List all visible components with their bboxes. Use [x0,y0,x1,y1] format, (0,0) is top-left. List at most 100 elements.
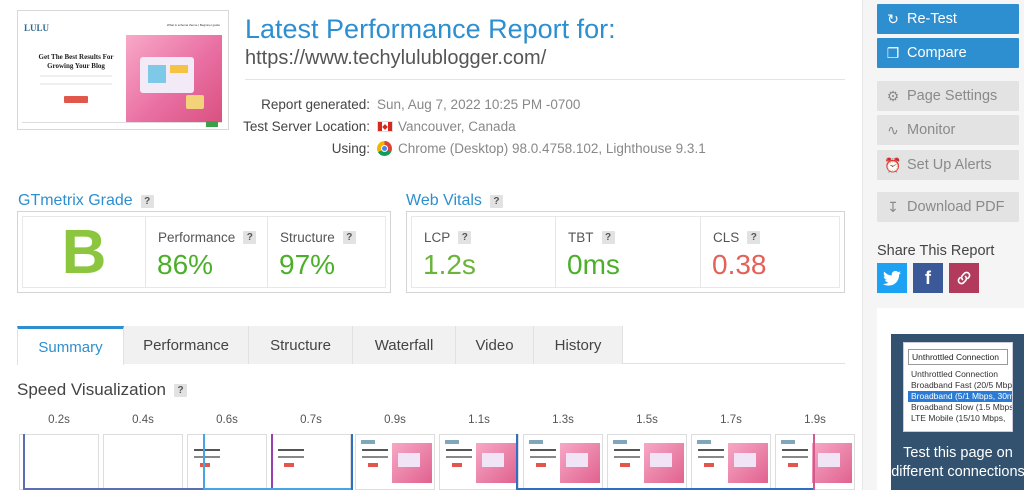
help-icon[interactable]: ? [174,383,188,397]
frame-time: 1.3s [552,414,574,426]
canada-flag-icon [377,121,393,132]
tbt-value: 0ms [567,249,620,280]
frame-time: 0.9s [384,414,406,426]
filmstrip-frame[interactable] [439,434,519,490]
grade-letter-cell: B [23,217,146,287]
monitor-button[interactable]: ∿ Monitor [877,115,1019,145]
divider [245,79,845,80]
thumb-cta [64,96,88,103]
filmstrip-frame-blank[interactable] [103,434,183,490]
gtmetrix-grade-title: GTmetrix Grade ? [18,192,154,210]
filmstrip-frame[interactable] [775,434,855,490]
tbt-cell: TBT? 0ms [556,217,701,287]
connection-option: LTE Mobile (15/10 Mbps, [911,413,1006,423]
tab-structure[interactable]: Structure [249,326,353,364]
facebook-share-icon[interactable]: f [913,263,943,293]
thumb-headline: Get The Best Results For Growing Your Bl… [38,53,114,70]
compare-button[interactable]: ❐ Compare [877,38,1019,68]
share-title: Share This Report [877,243,995,259]
chrome-icon [377,141,392,156]
meta-server-label: Test Server Location: [243,119,370,134]
refresh-icon: ↻ [887,10,899,27]
connection-option: Broadband Slow (1.5 Mbps [911,402,1012,412]
structure-value: 97% [279,249,336,280]
performance-cell: Performance? 86% [146,217,268,287]
compare-icon: ❐ [886,44,900,61]
tab-video[interactable]: Video [456,326,534,364]
link-share-icon[interactable] [949,263,979,293]
milestone-marker [23,434,25,490]
help-icon[interactable]: ? [747,231,761,244]
page-settings-button[interactable]: ⚙ Page Settings [877,81,1019,111]
milestone-marker [813,434,815,490]
help-icon[interactable]: ? [342,231,356,244]
frame-time: 1.7s [720,414,742,426]
help-icon[interactable]: ? [489,194,503,208]
lcp-value: 1.2s [423,249,476,280]
cls-label: CLS [713,230,740,245]
meta-server-value: Vancouver, Canada [377,119,516,134]
twitter-share-icon[interactable] [877,263,907,293]
set-up-alerts-button[interactable]: ⏰ Set Up Alerts [877,150,1019,180]
meta-server: Test Server Location: Vancouver, Canada [200,119,760,137]
milestone-marker [351,434,353,490]
performance-value: 86% [157,249,214,280]
meta-using: Using: Chrome (Desktop) 98.0.4758.102, L… [200,141,760,159]
meta-generated-label: Report generated: [261,97,370,112]
structure-label: Structure [280,230,335,245]
meta-using-value: Chrome (Desktop) 98.0.4758.102, Lighthou… [377,141,706,156]
filmstrip-frame[interactable] [187,434,267,490]
filmstrip-frame[interactable] [271,434,351,490]
connection-promo[interactable]: Unthrottled Connection Unthrottled Conne… [877,308,1024,490]
sidebar: ↻ Re-Test ❐ Compare ⚙ Page Settings ∿ Mo… [862,0,1024,490]
frame-time: 1.5s [636,414,658,426]
frame-time: 0.4s [132,414,154,426]
gear-icon: ⚙ [886,87,900,104]
frame-time: 0.6s [216,414,238,426]
frame-time: 0.7s [300,414,322,426]
tab-summary[interactable]: Summary [17,326,124,365]
pdf-icon: ↧ [887,198,899,215]
connection-option: Unthrottled Connection [911,369,998,379]
filmstrip-frame[interactable] [523,434,603,490]
meta-using-label: Using: [331,141,370,156]
pulse-icon: ∿ [887,121,899,138]
meta-generated: Report generated: Sun, Aug 7, 2022 10:25… [200,97,760,115]
tab-history[interactable]: History [534,326,623,364]
frame-time: 1.1s [468,414,490,426]
thumb-subtext [40,75,112,85]
connection-option: Broadband Fast (20/5 Mbps [911,380,1012,390]
frame-time: 0.2s [48,414,70,426]
help-icon[interactable]: ? [140,194,154,208]
web-vitals-title: Web Vitals ? [406,192,503,210]
filmstrip-frame-blank[interactable] [19,434,99,490]
report-url[interactable]: https://www.techylulublogger.com/ [245,47,546,70]
connection-select: Unthrottled Connection [908,349,1008,365]
milestone-marker [203,434,205,490]
frame-time: 1.9s [804,414,826,426]
filmstrip-frame[interactable] [607,434,687,490]
filmstrip-frame[interactable] [355,434,435,490]
page-screenshot-thumbnail[interactable]: LULU What is schema theme | Beginner gui… [17,10,229,130]
cls-cell: CLS? 0.38 [701,217,839,287]
filmstrip-frame[interactable] [691,434,771,490]
alarm-clock-icon: ⏰ [884,156,902,173]
help-icon[interactable]: ? [458,231,472,244]
grade-panel: B Performance? 86% Structure? 97% [17,211,391,293]
help-icon[interactable]: ? [601,231,615,244]
promo-text: Test this page on different connections [891,445,1024,480]
download-pdf-button[interactable]: ↧ Download PDF [877,192,1019,222]
report-title: Latest Performance Report for: [245,14,616,44]
report-main: LULU What is schema theme | Beginner gui… [0,0,862,490]
grade-letter: B [61,217,107,287]
web-vitals-panel: LCP? 1.2s TBT? 0ms CLS? 0.38 [406,211,845,293]
milestone-marker [516,434,518,490]
tab-performance[interactable]: Performance [124,326,249,364]
help-icon[interactable]: ? [243,231,257,244]
performance-label: Performance [158,230,236,245]
lcp-cell: LCP? 1.2s [412,217,556,287]
tab-waterfall[interactable]: Waterfall [353,326,456,364]
speed-visualization-title: Speed Visualization ? [17,380,188,400]
retest-button[interactable]: ↻ Re-Test [877,4,1019,34]
thumb-logo: LULU [24,23,50,33]
